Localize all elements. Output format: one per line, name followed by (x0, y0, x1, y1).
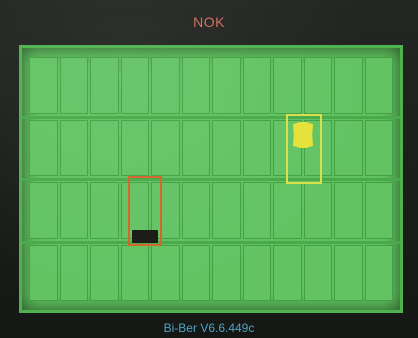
tray-cell (29, 119, 58, 176)
tray-cell (242, 57, 271, 114)
tray-cell (334, 182, 363, 239)
tray-cell (303, 244, 332, 301)
tray-cell (364, 244, 393, 301)
tray-cell (181, 244, 210, 301)
tray-cell (90, 182, 119, 239)
tray-cell (59, 244, 88, 301)
tray-cell (29, 244, 58, 301)
inspection-status: NOK (193, 14, 225, 30)
tray-row-divider (22, 240, 400, 244)
tray-cell (151, 244, 180, 301)
tray-cell (334, 119, 363, 176)
tray-cell (273, 182, 302, 239)
tray-cell (120, 57, 149, 114)
tray-cell (120, 244, 149, 301)
tray-cell (273, 57, 302, 114)
tray-cell (29, 182, 58, 239)
tray-cell (151, 57, 180, 114)
tray-cell (334, 57, 363, 114)
tray-cell (181, 57, 210, 114)
camera-screen: NOK Bi-Ber V6.6.449c (0, 0, 418, 338)
tray-cell (242, 182, 271, 239)
tray-row-divider (22, 115, 400, 119)
tray-cell (90, 57, 119, 114)
tray-cell (212, 182, 241, 239)
tray-cell (181, 182, 210, 239)
detected-part (293, 122, 313, 148)
tray-cell (242, 244, 271, 301)
tray-cell (59, 57, 88, 114)
tray-cell (181, 119, 210, 176)
software-version: Bi-Ber V6.6.449c (163, 321, 255, 335)
tray-cell (364, 119, 393, 176)
tray-cell (151, 119, 180, 176)
tray-cell (29, 57, 58, 114)
tray-cell (59, 119, 88, 176)
tray-cell (273, 244, 302, 301)
tray-cell (303, 57, 332, 114)
tray-cell (212, 244, 241, 301)
tray-cell (120, 119, 149, 176)
tray-cell (303, 182, 332, 239)
tray-cell (90, 119, 119, 176)
tray-row-divider (22, 178, 400, 181)
tray-cell (90, 244, 119, 301)
tray-cell (59, 182, 88, 239)
tray-cell (212, 57, 241, 114)
tray-cell (212, 119, 241, 176)
inspection-tray-view (22, 48, 400, 310)
tray-cell (364, 182, 393, 239)
tray-cell (242, 119, 271, 176)
defect-marker (132, 230, 158, 243)
tray-cell (364, 57, 393, 114)
tray-cell (334, 244, 363, 301)
